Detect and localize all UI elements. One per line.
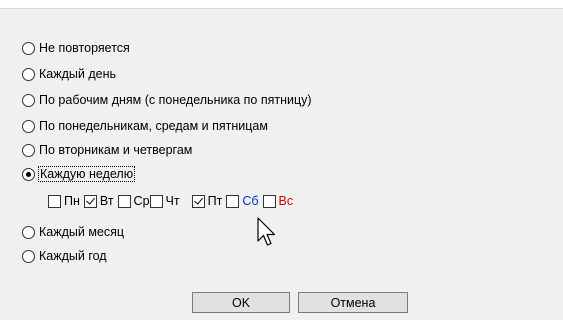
weekday-label: Чт xyxy=(165,194,180,208)
weekday-thu[interactable]: Чт xyxy=(149,194,180,208)
radio-button[interactable] xyxy=(22,93,35,107)
radio-option-weekdays[interactable]: По рабочим дням (с понедельника по пятни… xyxy=(22,90,312,110)
radio-label: Каждый месяц xyxy=(39,225,125,239)
dialog-top-edge xyxy=(0,0,563,9)
weekday-label: Вс xyxy=(278,194,294,208)
weekday-label: Пт xyxy=(207,194,223,208)
weekday-checkboxes: Пн Вт Ср Чт Пт Сб Вс xyxy=(48,191,293,211)
weekday-label: Сб xyxy=(242,194,259,208)
radio-option-monthly[interactable]: Каждый месяц xyxy=(22,222,124,242)
radio-option-yearly[interactable]: Каждый год xyxy=(22,246,107,266)
radio-label: Каждую неделю xyxy=(37,166,136,182)
checkbox-checked[interactable] xyxy=(191,194,205,208)
radio-button[interactable] xyxy=(22,41,35,55)
radio-label: По рабочим дням (с понедельника по пятни… xyxy=(39,93,312,107)
radio-button[interactable] xyxy=(22,143,35,157)
radio-label: По понедельникам, средам и пятницам xyxy=(39,119,268,133)
radio-button-selected[interactable] xyxy=(22,167,35,181)
radio-button[interactable] xyxy=(22,225,35,239)
weekday-fri[interactable]: Пт xyxy=(191,194,223,208)
weekday-label: Ср xyxy=(133,194,150,208)
radio-option-tue-thu[interactable]: По вторникам и четвергам xyxy=(22,140,192,160)
radio-option-mon-wed-fri[interactable]: По понедельникам, средам и пятницам xyxy=(22,116,268,136)
weekday-tue[interactable]: Вт xyxy=(83,194,114,208)
checkbox[interactable] xyxy=(226,194,240,208)
checkbox[interactable] xyxy=(262,194,276,208)
weekday-mon[interactable]: Пн xyxy=(48,194,80,208)
checkbox-checked[interactable] xyxy=(83,194,97,208)
radio-option-no-repeat[interactable]: Не повторяется xyxy=(22,38,130,58)
weekday-wed[interactable]: Ср xyxy=(117,194,150,208)
radio-label: Каждый год xyxy=(39,249,107,263)
radio-option-weekly[interactable]: Каждую неделю xyxy=(22,164,136,184)
weekday-label: Вт xyxy=(99,194,114,208)
checkbox[interactable] xyxy=(48,194,61,208)
radio-button[interactable] xyxy=(22,119,35,133)
checkbox[interactable] xyxy=(149,194,163,208)
radio-label: Каждый день xyxy=(39,67,116,81)
radio-button[interactable] xyxy=(22,249,35,263)
checkbox[interactable] xyxy=(117,194,131,208)
radio-label: Не повторяется xyxy=(39,41,130,55)
mouse-pointer-icon xyxy=(257,217,276,246)
weekday-label: Пн xyxy=(64,194,80,208)
ok-button[interactable]: OK xyxy=(192,292,290,313)
weekday-sat[interactable]: Сб xyxy=(226,194,259,208)
cancel-button[interactable]: Отмена xyxy=(298,292,408,313)
radio-label: По вторникам и четвергам xyxy=(39,143,193,157)
radio-option-daily[interactable]: Каждый день xyxy=(22,64,116,84)
radio-button[interactable] xyxy=(22,67,35,81)
weekday-sun[interactable]: Вс xyxy=(262,194,294,208)
